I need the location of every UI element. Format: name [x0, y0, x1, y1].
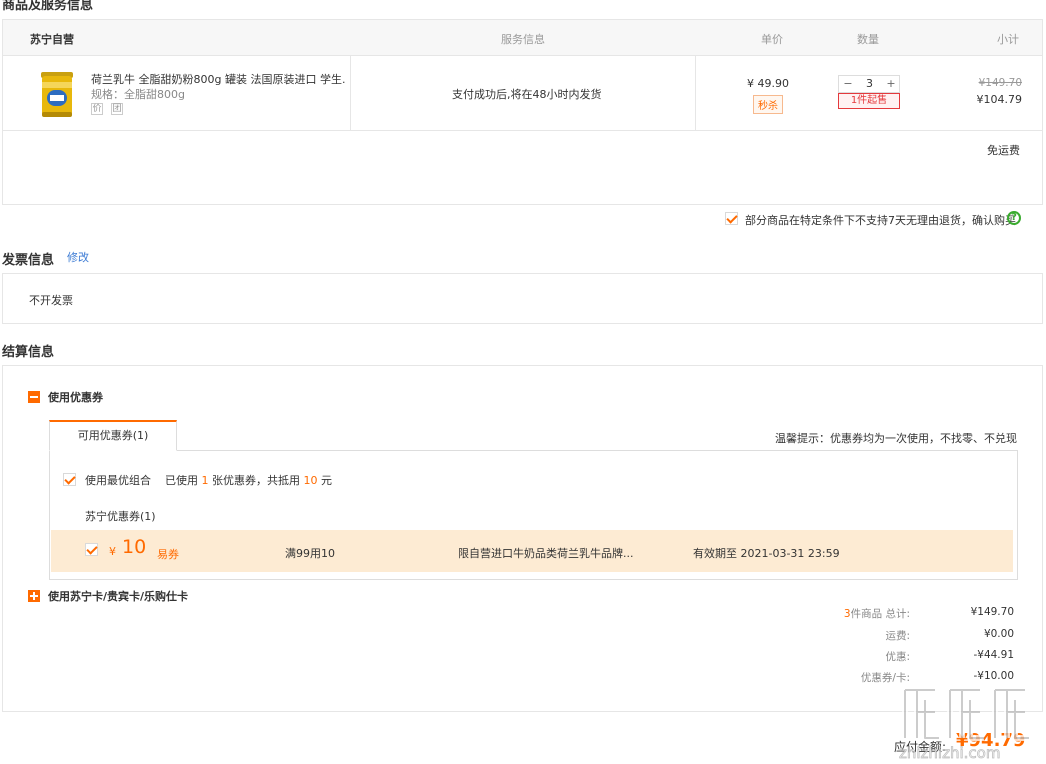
min-qty-note: 1件起售 [838, 93, 900, 109]
coupon-condition: 满99用10 [285, 547, 335, 560]
divider [695, 56, 696, 131]
summary-coupon-label: 优惠券/卡: [860, 672, 910, 684]
best-combo-label: 使用最优组合 [85, 474, 151, 487]
payable-amount: ¥94.79 [956, 730, 1026, 751]
best-combo-prefix: 已使用 [165, 474, 198, 487]
settlement-box: 使用优惠券 可用优惠券(1) 温馨提示：优惠券均为一次使用，不找零、不兑现 使用… [2, 365, 1043, 712]
summary-shipping: ¥0.00 [983, 628, 1014, 640]
card-toggle-label[interactable]: 使用苏宁卡/贵宾卡/乐购仕卡 [48, 588, 188, 604]
coupon-group-label: 苏宁优惠券(1) [85, 510, 156, 523]
qty-minus-button[interactable]: − [839, 76, 857, 92]
best-combo-middle: 张优惠券，共抵用 [212, 474, 300, 487]
coupon-row[interactable]: ¥ 10 易券 满99用10 限自营进口牛奶品类荷兰乳牛品牌... 有效期至 2… [51, 530, 1013, 572]
col-qty: 数量 [857, 33, 879, 46]
best-combo-line: 使用最优组合 已使用 1 张优惠券，共抵用 10 元 [85, 472, 332, 488]
service-info: 支付成功后,将在48小时内发货 [452, 88, 602, 101]
invoice-section-title: 发票信息 [2, 253, 55, 268]
goods-table: 苏宁自营 服务信息 单价 数量 小计 荷兰乳牛 全脂甜奶粉800g 罐装 法国原… [2, 19, 1043, 205]
invoice-box: 不开发票 [2, 273, 1043, 324]
flash-sale-badge: 秒杀 [753, 95, 783, 114]
summary-discount-label: 优惠: [885, 651, 910, 663]
return-policy-checkbox[interactable] [725, 212, 738, 225]
qty-input[interactable]: 3 [857, 76, 882, 92]
price-protect-icon: 价 [91, 103, 103, 115]
summary-shipping-label: 运费: [885, 630, 910, 642]
best-combo-amount: 10 [303, 474, 318, 487]
coupon-type: 易券 [157, 548, 179, 561]
col-service: 服务信息 [501, 33, 545, 46]
coupon-tip: 温馨提示：优惠券均为一次使用，不找零、不兑现 [775, 432, 1017, 445]
summary-coupon: -¥10.00 [973, 670, 1014, 682]
group-buy-icon: 团 [111, 103, 123, 115]
item-subtotal: ¥104.79 [976, 93, 1023, 106]
coupon-currency: ¥ [109, 545, 116, 558]
goods-section-title: 商品及服务信息 [2, 0, 94, 13]
product-image[interactable] [39, 70, 75, 120]
summary-discount: -¥44.91 [973, 649, 1014, 661]
store-name: 苏宁自营 [30, 33, 74, 46]
coupon-scope: 限自营进口牛奶品类荷兰乳牛品牌... [458, 547, 634, 560]
summary-item-count: 3 [843, 608, 851, 620]
coupon-expiry: 有效期至 2021-03-31 23:59 [693, 547, 840, 560]
invoice-edit-link[interactable]: 修改 [67, 249, 89, 265]
best-combo-checkbox[interactable] [63, 473, 76, 486]
expand-card-icon[interactable] [28, 590, 40, 602]
collapse-coupon-icon[interactable] [28, 391, 40, 403]
col-subtotal: 小计 [997, 33, 1019, 46]
product-spec: 规格：全脂甜800g [91, 88, 185, 101]
summary-total-label: 3件商品 总计: [844, 606, 910, 621]
divider [350, 56, 351, 131]
product-name[interactable]: 荷兰乳牛 全脂甜奶粉800g 罐装 法国原装进口 学生... [91, 71, 346, 87]
best-combo-count: 1 [201, 474, 209, 487]
shipping-fee: 免运费 [987, 144, 1020, 157]
best-combo-suffix: 元 [321, 474, 332, 487]
coupon-checkbox[interactable] [85, 543, 98, 556]
qty-plus-button[interactable]: + [882, 76, 900, 92]
unit-price: ¥ 49.90 [747, 77, 789, 90]
payable-label: 应付金额: [894, 740, 947, 754]
coupon-amount: 10 [122, 536, 147, 558]
invoice-value: 不开发票 [29, 294, 73, 307]
col-price: 单价 [761, 33, 783, 46]
coupon-toggle-label[interactable]: 使用优惠券 [48, 389, 103, 405]
tab-available-coupons[interactable]: 可用优惠券(1) [49, 420, 177, 451]
return-policy-text: 部分商品在特定条件下不支持7天无理由退货，确认购买 [745, 214, 1016, 227]
settlement-section-title: 结算信息 [2, 345, 55, 360]
summary-total-text: 件商品 总计: [850, 608, 910, 620]
original-subtotal: ¥149.70 [978, 77, 1022, 89]
help-icon[interactable]: ? [1007, 211, 1021, 225]
summary-total: ¥149.70 [970, 606, 1014, 618]
quantity-stepper: − 3 + [838, 75, 900, 93]
